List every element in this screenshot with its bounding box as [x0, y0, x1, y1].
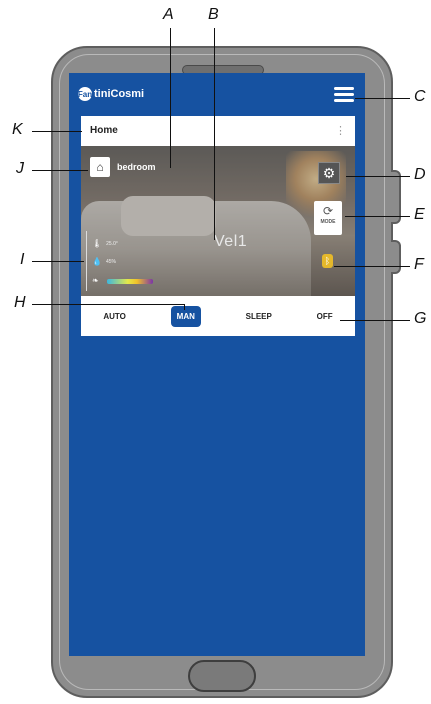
droplet-icon: 💧 — [92, 257, 102, 266]
side-button-lower[interactable] — [391, 240, 401, 274]
room-name: bedroom — [117, 162, 156, 172]
callout-j-line — [32, 170, 88, 171]
breadcrumb-home[interactable]: Home — [90, 125, 118, 136]
callout-k: K — [12, 121, 23, 138]
temperature-readout: 🌡 25.0° — [92, 239, 118, 248]
callout-i: I — [20, 251, 25, 268]
breadcrumb: Home ⋮ — [81, 116, 355, 147]
mode-button-label: MODE — [320, 219, 336, 225]
callout-d: D — [414, 166, 426, 183]
callout-i-line — [32, 261, 84, 262]
callout-h-line-tick — [184, 304, 185, 310]
air-quality-bar — [107, 279, 153, 284]
temperature-value: 25.0° — [106, 240, 118, 247]
callout-b: B — [208, 6, 219, 23]
app-screen: Fan tiniCosmi Home ⋮ ⌂ bedroom ⚙ ⟳ MODE … — [69, 73, 365, 656]
bluetooth-icon: ᛒ — [322, 254, 333, 268]
home-button[interactable] — [188, 660, 256, 692]
app-bar: Fan tiniCosmi — [69, 73, 365, 113]
thermometer-icon: 🌡 — [92, 239, 103, 248]
callout-c-line — [355, 98, 410, 99]
callout-f: F — [414, 256, 424, 273]
callout-g: G — [414, 310, 427, 327]
callout-b-line — [214, 28, 215, 240]
humidity-readout: 💧 45% — [92, 257, 116, 266]
room-type-icon: ⌂ — [90, 157, 110, 177]
callout-j: J — [16, 160, 24, 177]
callout-k-line — [32, 131, 82, 132]
callout-c: C — [414, 88, 426, 105]
room-card[interactable]: ⌂ bedroom ⚙ ⟳ MODE ᛒ Vel1 🌡 25.0° 💧 45% … — [81, 146, 355, 296]
mode-off[interactable]: OFF — [317, 312, 333, 321]
callout-f-line — [334, 266, 410, 267]
hamburger-menu-icon[interactable] — [334, 87, 354, 103]
brand-badge: Fan — [78, 87, 92, 101]
refresh-icon: ⟳ — [322, 204, 334, 218]
callout-h: H — [14, 294, 26, 311]
callout-e-line — [345, 216, 410, 217]
brand-logo: Fan tiniCosmi — [78, 87, 144, 101]
callout-a-line — [170, 28, 171, 168]
mode-selector: AUTO MAN SLEEP OFF — [81, 296, 355, 336]
mode-man[interactable]: MAN — [170, 305, 201, 327]
callout-h-line — [32, 304, 184, 305]
mode-auto[interactable]: AUTO — [103, 312, 126, 321]
mode-sleep[interactable]: SLEEP — [246, 312, 272, 321]
brand-text: tiniCosmi — [94, 88, 145, 100]
more-vertical-icon[interactable]: ⋮ — [335, 124, 346, 137]
humidity-value: 45% — [105, 258, 116, 265]
sensor-readouts: 🌡 25.0° 💧 45% ❧ — [86, 231, 177, 291]
callout-a: A — [163, 6, 174, 23]
callout-e: E — [414, 206, 425, 223]
leaf-icon: ❧ — [92, 276, 99, 285]
speed-label: Vel1 — [214, 233, 248, 250]
settings-gear-icon[interactable]: ⚙ — [318, 162, 340, 184]
callout-g-line — [340, 320, 410, 321]
callout-d-line — [346, 176, 410, 177]
mode-button[interactable]: ⟳ MODE — [314, 201, 342, 235]
